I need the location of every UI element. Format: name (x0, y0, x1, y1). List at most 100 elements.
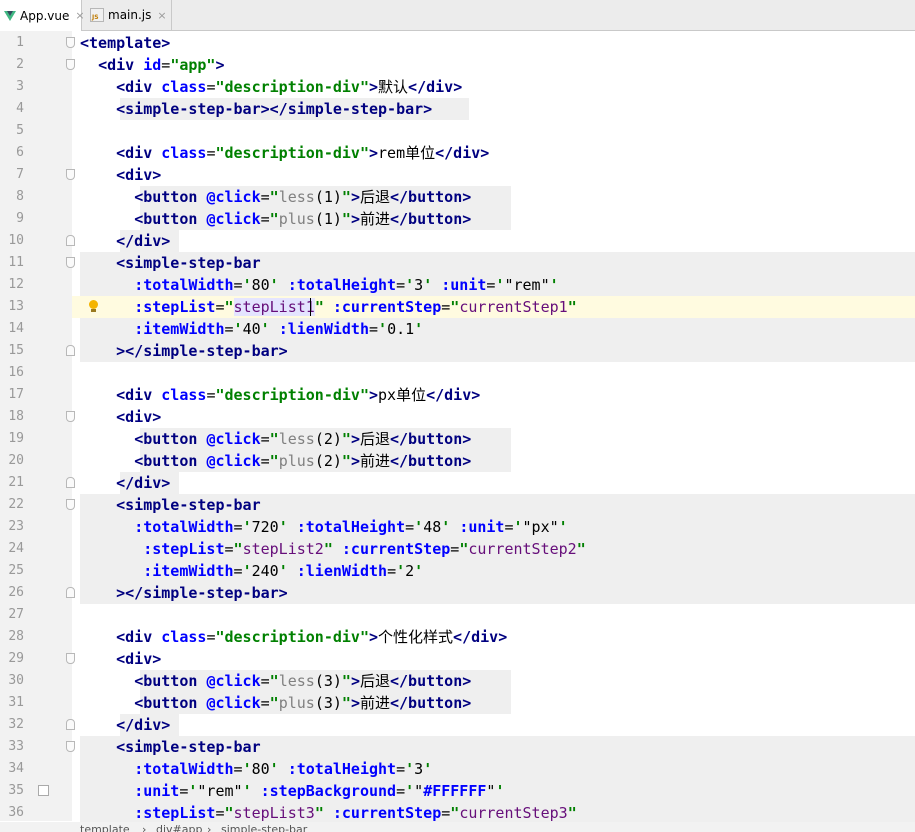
line-number: 19 (8, 431, 24, 446)
code-text[interactable]: <div> (80, 648, 161, 670)
code-text[interactable]: :unit='"rem"' :stepBackground='"#FFFFFF"… (80, 780, 504, 802)
code-text[interactable]: ></simple-step-bar> (80, 340, 288, 362)
code-text[interactable]: :totalWidth='80' :totalHeight='3' (80, 758, 432, 780)
line-number: 7 (16, 167, 24, 182)
tab-main-js[interactable]: JS main.js × (82, 0, 172, 30)
code-text[interactable]: :itemWidth='40' :lienWidth='0.1' (80, 318, 423, 340)
breadcrumb-item[interactable]: div#app (156, 823, 202, 832)
code-line[interactable]: 35 :unit='"rem"' :stepBackground='"#FFFF… (0, 780, 915, 802)
code-text[interactable]: <div> (80, 406, 161, 428)
code-line[interactable]: 17 <div class="description-div">px单位</di… (0, 384, 915, 406)
code-line[interactable]: 5 (0, 120, 915, 142)
fold-marker-icon[interactable] (66, 477, 75, 488)
code-line[interactable]: 18 <div> (0, 406, 915, 428)
code-line[interactable]: 10 </div> (0, 230, 915, 252)
fold-marker-icon[interactable] (66, 587, 75, 598)
code-text[interactable]: :stepList="stepList3" :currentStep="curr… (80, 802, 577, 824)
line-number: 36 (8, 805, 24, 820)
code-line[interactable]: 13 :stepList="stepList1" :currentStep="c… (0, 296, 915, 318)
fold-marker-icon[interactable] (66, 653, 75, 664)
code-line[interactable]: 8 <button @click="less(1)">后退</button> (0, 186, 915, 208)
line-number: 24 (8, 541, 24, 556)
fold-marker-icon[interactable] (66, 257, 75, 268)
code-text[interactable]: <button @click="less(3)">后退</button> (80, 670, 471, 692)
code-line[interactable]: 32 </div> (0, 714, 915, 736)
breadcrumb-separator: › (142, 823, 147, 832)
fold-marker-icon[interactable] (66, 741, 75, 752)
code-line[interactable]: 26 ></simple-step-bar> (0, 582, 915, 604)
line-number: 12 (8, 277, 24, 292)
code-line[interactable]: 23 :totalWidth='720' :totalHeight='48' :… (0, 516, 915, 538)
code-line[interactable]: 31 <button @click="plus(3)">前进</button> (0, 692, 915, 714)
code-line[interactable]: 21 </div> (0, 472, 915, 494)
code-line[interactable]: 20 <button @click="plus(2)">前进</button> (0, 450, 915, 472)
code-line[interactable]: 1 <template> (0, 32, 915, 54)
code-text[interactable]: <simple-step-bar (80, 736, 261, 758)
code-text[interactable]: </div> (80, 714, 170, 736)
fold-marker-icon[interactable] (66, 719, 75, 730)
code-line[interactable]: 24 :stepList="stepList2" :currentStep="c… (0, 538, 915, 560)
tab-app-vue[interactable]: App.vue × (0, 0, 85, 31)
code-line[interactable]: 29 <div> (0, 648, 915, 670)
code-text[interactable]: <div id="app"> (80, 54, 224, 76)
code-text[interactable]: <button @click="plus(3)">前进</button> (80, 692, 471, 714)
fold-marker-icon[interactable] (66, 499, 75, 510)
code-text[interactable]: <div class="description-div">个性化样式</div> (80, 626, 507, 648)
code-line[interactable]: 11 <simple-step-bar (0, 252, 915, 274)
fold-marker-icon[interactable] (66, 235, 75, 246)
code-line[interactable]: 34 :totalWidth='80' :totalHeight='3' (0, 758, 915, 780)
code-line[interactable]: 2 <div id="app"> (0, 54, 915, 76)
code-line[interactable]: 30 <button @click="less(3)">后退</button> (0, 670, 915, 692)
code-text[interactable]: <simple-step-bar></simple-step-bar> (80, 98, 432, 120)
code-text[interactable]: :stepList="stepList2" :currentStep="curr… (80, 538, 586, 560)
code-text[interactable]: <simple-step-bar (80, 494, 261, 516)
fold-marker-icon[interactable] (66, 345, 75, 356)
code-text[interactable]: :totalWidth='80' :totalHeight='3' :unit=… (80, 274, 558, 296)
code-text[interactable]: <div class="description-div">px单位</div> (80, 384, 480, 406)
code-line[interactable]: 4 <simple-step-bar></simple-step-bar> (0, 98, 915, 120)
code-text[interactable]: :itemWidth='240' :lienWidth='2' (80, 560, 423, 582)
code-text[interactable]: <div class="description-div">rem单位</div> (80, 142, 489, 164)
code-line[interactable]: 25 :itemWidth='240' :lienWidth='2' (0, 560, 915, 582)
code-line[interactable]: 6 <div class="description-div">rem单位</di… (0, 142, 915, 164)
bookmark-icon[interactable] (38, 785, 49, 796)
code-text[interactable]: <button @click="plus(1)">前进</button> (80, 208, 471, 230)
code-line[interactable]: 3 <div class="description-div">默认</div> (0, 76, 915, 98)
code-line[interactable]: 16 (0, 362, 915, 384)
code-text[interactable]: :stepList="stepList1" :currentStep="curr… (80, 296, 577, 318)
code-text[interactable]: </div> (80, 472, 170, 494)
code-line[interactable]: 33 <simple-step-bar (0, 736, 915, 758)
code-editor[interactable]: 1 <template> 2 <div id="app"> 3 <div class=… (0, 31, 915, 832)
code-text[interactable]: ></simple-step-bar> (80, 582, 288, 604)
code-text[interactable]: <div> (80, 164, 161, 186)
code-line[interactable]: 22 <simple-step-bar (0, 494, 915, 516)
code-line[interactable]: 15 ></simple-step-bar> (0, 340, 915, 362)
code-line[interactable]: 9 <button @click="plus(1)">前进</button> (0, 208, 915, 230)
close-icon[interactable]: × (157, 9, 166, 22)
fold-marker-icon[interactable] (66, 59, 75, 70)
code-text[interactable]: <div class="description-div">默认</div> (80, 76, 462, 98)
code-text[interactable]: <button @click="less(2)">后退</button> (80, 428, 471, 450)
code-text[interactable]: :totalWidth='720' :totalHeight='48' :uni… (80, 516, 568, 538)
code-line[interactable]: 19 <button @click="less(2)">后退</button> (0, 428, 915, 450)
code-line[interactable]: 14 :itemWidth='40' :lienWidth='0.1' (0, 318, 915, 340)
code-line[interactable]: 7 <div> (0, 164, 915, 186)
code-text[interactable]: <button @click="plus(2)">前进</button> (80, 450, 471, 472)
code-line[interactable]: 12 :totalWidth='80' :totalHeight='3' :un… (0, 274, 915, 296)
breadcrumb-item[interactable]: simple-step-bar (221, 823, 307, 832)
code-line[interactable]: 27 (0, 604, 915, 626)
code-text[interactable]: <button @click="less(1)">后退</button> (80, 186, 471, 208)
breadcrumb-item[interactable]: template (80, 823, 130, 832)
line-number: 11 (8, 255, 24, 270)
code-text[interactable]: <template> (80, 32, 170, 54)
breadcrumb: template › div#app › simple-step-bar (0, 822, 915, 832)
fold-marker-icon[interactable] (66, 169, 75, 180)
line-number: 4 (16, 101, 24, 116)
code-line[interactable]: 36 :stepList="stepList3" :currentStep="c… (0, 802, 915, 824)
fold-marker-icon[interactable] (66, 411, 75, 422)
code-text[interactable]: <simple-step-bar (80, 252, 261, 274)
text-caret (310, 298, 311, 316)
code-line[interactable]: 28 <div class="description-div">个性化样式</d… (0, 626, 915, 648)
code-text[interactable]: </div> (80, 230, 170, 252)
fold-marker-icon[interactable] (66, 37, 75, 48)
